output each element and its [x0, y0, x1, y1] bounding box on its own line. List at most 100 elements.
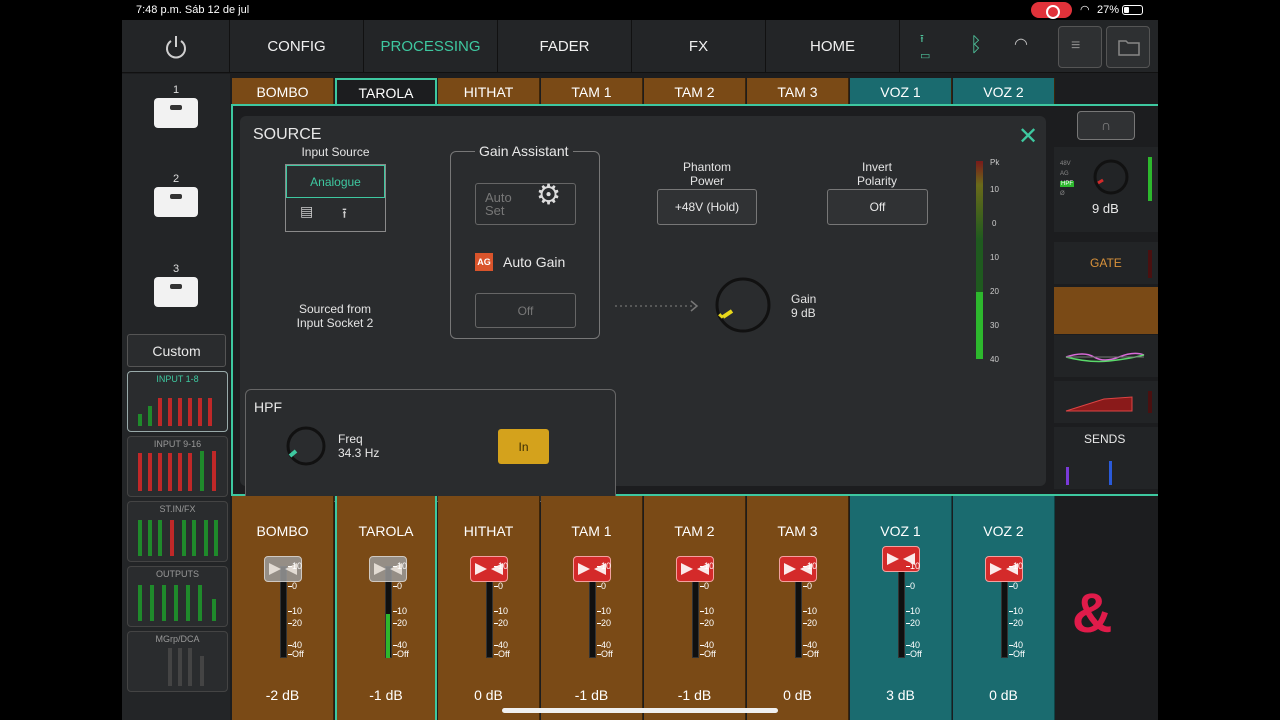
- compressor-curve-icon: [1065, 396, 1133, 412]
- bluetooth-icon[interactable]: ᛒ: [970, 34, 982, 57]
- phantom-power-button[interactable]: +48V (Hold): [657, 189, 757, 225]
- channel-strip[interactable]: TAM 30 dB 10 0 10 20 40 Off: [747, 496, 849, 720]
- channel-strip[interactable]: VOZ 20 dB 10 0 10 20 40 Off: [953, 496, 1055, 720]
- hpf-freq-knob[interactable]: [284, 424, 330, 468]
- fader-scale-line: [1009, 611, 1013, 612]
- channel-tab-tam-3[interactable]: TAM 3: [747, 78, 849, 105]
- fader-scale-line: [906, 566, 910, 567]
- fader-scale-tick: 10: [601, 606, 612, 616]
- invert-label: Polarity: [856, 174, 897, 188]
- channel-strip[interactable]: VOZ 13 dB 10 0 10 20 40 Off: [850, 496, 952, 720]
- compressor-button[interactable]: [1054, 381, 1158, 423]
- layer-2-button[interactable]: [154, 187, 198, 217]
- hpf-in-button[interactable]: In: [498, 429, 549, 464]
- input-source-label: Input Source: [301, 145, 370, 159]
- bank-st-in-fx[interactable]: ST.IN/FX: [127, 501, 228, 562]
- screen-record-indicator[interactable]: [1031, 2, 1072, 19]
- gain-knob[interactable]: [712, 275, 774, 337]
- sends-label: SENDS: [1084, 432, 1126, 446]
- custom-button[interactable]: Custom: [127, 334, 226, 367]
- gain-assistant-title: Gain Assistant: [475, 143, 573, 159]
- auto-gain-toggle[interactable]: Off: [475, 293, 576, 328]
- bank-mgrp-dca[interactable]: MGrp/DCA: [127, 631, 228, 692]
- sd-card-icon[interactable]: ▤: [300, 203, 313, 220]
- tab-home[interactable]: HOME: [766, 20, 900, 73]
- power-button[interactable]: [122, 20, 230, 73]
- channel-tab-voz-2[interactable]: VOZ 2: [953, 78, 1055, 105]
- channel-tab-bombo[interactable]: BOMBO: [232, 78, 334, 105]
- peq-button[interactable]: [1054, 335, 1158, 377]
- bank-outputs[interactable]: OUTPUTS: [127, 566, 228, 627]
- input-source-selector[interactable]: Analogue ▤ ⭱: [285, 164, 386, 232]
- bank-input-1-8[interactable]: INPUT 1-8: [127, 371, 228, 432]
- wifi-icon: ◠: [1080, 4, 1090, 16]
- hpf-title: HPF: [254, 399, 282, 415]
- close-icon[interactable]: ✕: [1018, 122, 1038, 151]
- bank-input-9-16[interactable]: INPUT 9-16: [127, 436, 228, 497]
- tab-fx[interactable]: FX: [632, 20, 766, 73]
- channel-strip[interactable]: TAM 2 -1 dB 10 0 10 20 40 Off: [644, 496, 746, 720]
- gate-label: GATE: [1090, 256, 1122, 270]
- fader-scale-tick: 10: [292, 561, 303, 571]
- channel-name: TAM 3: [777, 523, 818, 539]
- tab-processing[interactable]: PROCESSING: [364, 20, 498, 73]
- layer-3-button[interactable]: [154, 277, 198, 307]
- channel-strip[interactable]: BOMBO -2 dB 10 0 10 20 40 Off: [232, 496, 334, 720]
- input-socket-label: Input Socket 2: [296, 316, 374, 330]
- sends-button[interactable]: SENDS: [1054, 427, 1158, 489]
- meter-scale: 40: [990, 355, 999, 364]
- usb-sd-icon[interactable]: ⭱ ▭: [920, 30, 930, 62]
- channel-tab-hithat[interactable]: HITHAT: [438, 78, 540, 105]
- channel-name: TAM 2: [674, 523, 715, 539]
- insert-slot[interactable]: [1054, 287, 1158, 334]
- auto-set-button[interactable]: Auto Set ⚙: [475, 181, 576, 225]
- fader-track[interactable]: [898, 566, 905, 658]
- fader-scale-line: [803, 611, 807, 612]
- fader-scale-tick: 10: [498, 606, 509, 616]
- fader-value: 0 dB: [474, 687, 503, 703]
- fader-scale-line: [597, 623, 601, 624]
- fader-scale-tick: 0: [292, 581, 298, 591]
- preamp-mini[interactable]: 48V AG HPF Ø 9 dB: [1054, 147, 1158, 232]
- gate-button[interactable]: GATE: [1054, 242, 1158, 284]
- layer-1-button[interactable]: [154, 98, 198, 128]
- tab-fader[interactable]: FADER: [498, 20, 632, 73]
- fader-scale-tick: 10: [910, 561, 921, 571]
- fader-scale-line: [597, 645, 601, 646]
- layer-3-label: 3: [172, 263, 180, 275]
- headphone-button[interactable]: ∩: [1077, 111, 1135, 140]
- fader-scale-tick: Off: [601, 649, 613, 659]
- fader-scale-line: [1009, 623, 1013, 624]
- phantom-label: Power: [689, 174, 724, 188]
- usb-icon[interactable]: ⭱: [342, 203, 347, 227]
- tab-config[interactable]: CONFIG: [230, 20, 364, 73]
- invert-polarity-button[interactable]: Off: [827, 189, 928, 225]
- channel-tab-voz-1[interactable]: VOZ 1: [850, 78, 952, 105]
- channel-strip[interactable]: TAM 1 -1 dB 10 0 10 20 40 Off: [541, 496, 643, 720]
- fader-scale-line: [700, 645, 704, 646]
- analogue-button[interactable]: Analogue: [286, 165, 385, 198]
- fader-scale-tick: Off: [397, 649, 409, 659]
- folder-button[interactable]: [1106, 26, 1150, 68]
- processing-strip: ∩ 48V AG HPF Ø 9 dB GATE SENDS: [1054, 107, 1158, 495]
- fader-scale-line: [597, 611, 601, 612]
- channel-tab-tam-1[interactable]: TAM 1: [541, 78, 643, 105]
- allen-heath-logo: &: [1072, 581, 1113, 644]
- meter-scale-pk: Pk: [990, 158, 1000, 167]
- fader-scale-tick: 20: [704, 618, 715, 628]
- fader-value: -1 dB: [677, 687, 712, 703]
- fader-scale-tick: 0: [1013, 581, 1019, 591]
- channel-strip[interactable]: TAROLA -1 dB 10 0 10 20 40 Off: [335, 496, 437, 720]
- fader-value: -2 dB: [265, 687, 300, 703]
- menu-button[interactable]: ≡: [1058, 26, 1102, 68]
- channel-tab-tam-2[interactable]: TAM 2: [644, 78, 746, 105]
- fader-value: 0 dB: [783, 687, 812, 703]
- fader-scale-tick: 10: [704, 606, 715, 616]
- fader-scale-line: [393, 611, 397, 612]
- channel-strip[interactable]: HITHAT 0 dB 10 0 10 20 40 Off: [438, 496, 540, 720]
- wifi-network-icon[interactable]: ◠: [1014, 34, 1028, 54]
- channel-tab-tarola[interactable]: TAROLA: [335, 78, 437, 105]
- gain-assistant-group: Gain Assistant Auto Set ⚙ AG Auto Gain O…: [450, 143, 600, 339]
- battery-percent: 27%: [1097, 4, 1120, 16]
- fader-scale-tick: 20: [397, 618, 408, 628]
